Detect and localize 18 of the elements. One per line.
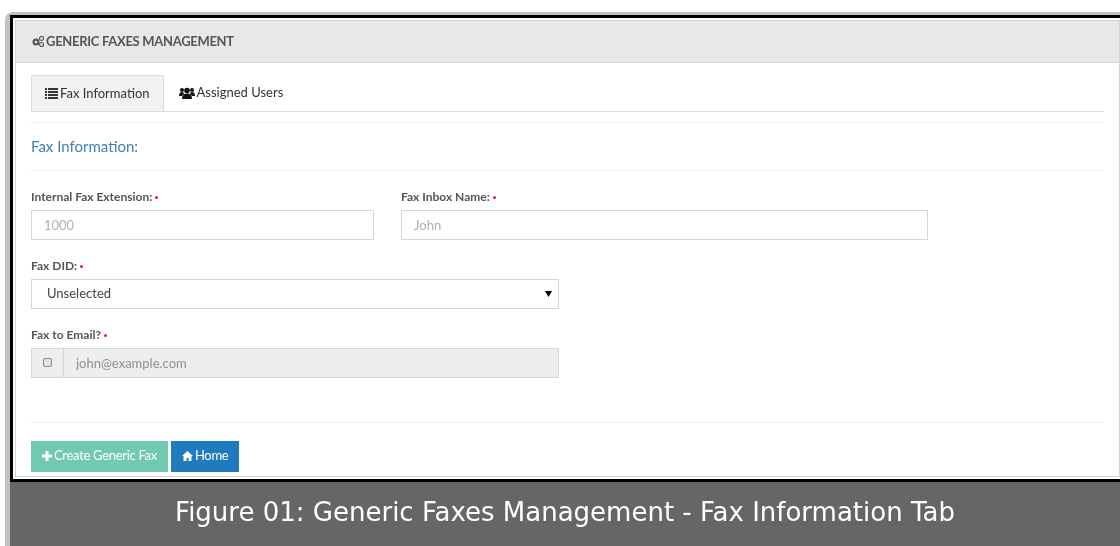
field-label: Fax DID: (31, 257, 78, 273)
list-icon (45, 88, 58, 99)
users-icon (178, 87, 195, 99)
home-icon (181, 451, 193, 461)
text-field[interactable]: John (401, 209, 928, 240)
caret-icon (545, 290, 552, 297)
section-title: Fax Information: (31, 136, 140, 157)
field-label: Fax to Email? (31, 326, 101, 342)
dropdown[interactable]: Unselected (31, 278, 559, 309)
panel-title: GENERIC FAXES MANAGEMENT (46, 31, 234, 51)
tab[interactable]: Fax Information (31, 75, 164, 111)
field-label: Internal Fax Extension: (31, 188, 153, 204)
plus-icon (42, 451, 52, 461)
button[interactable]: Home (170, 440, 240, 472)
figure-caption: Figure 01: Generic Faxes Management - Fax Information Tab (175, 495, 955, 529)
gears-icon (31, 36, 44, 47)
field-label: Fax Inbox Name: (401, 188, 490, 204)
text-field[interactable]: 1000 (31, 209, 374, 240)
